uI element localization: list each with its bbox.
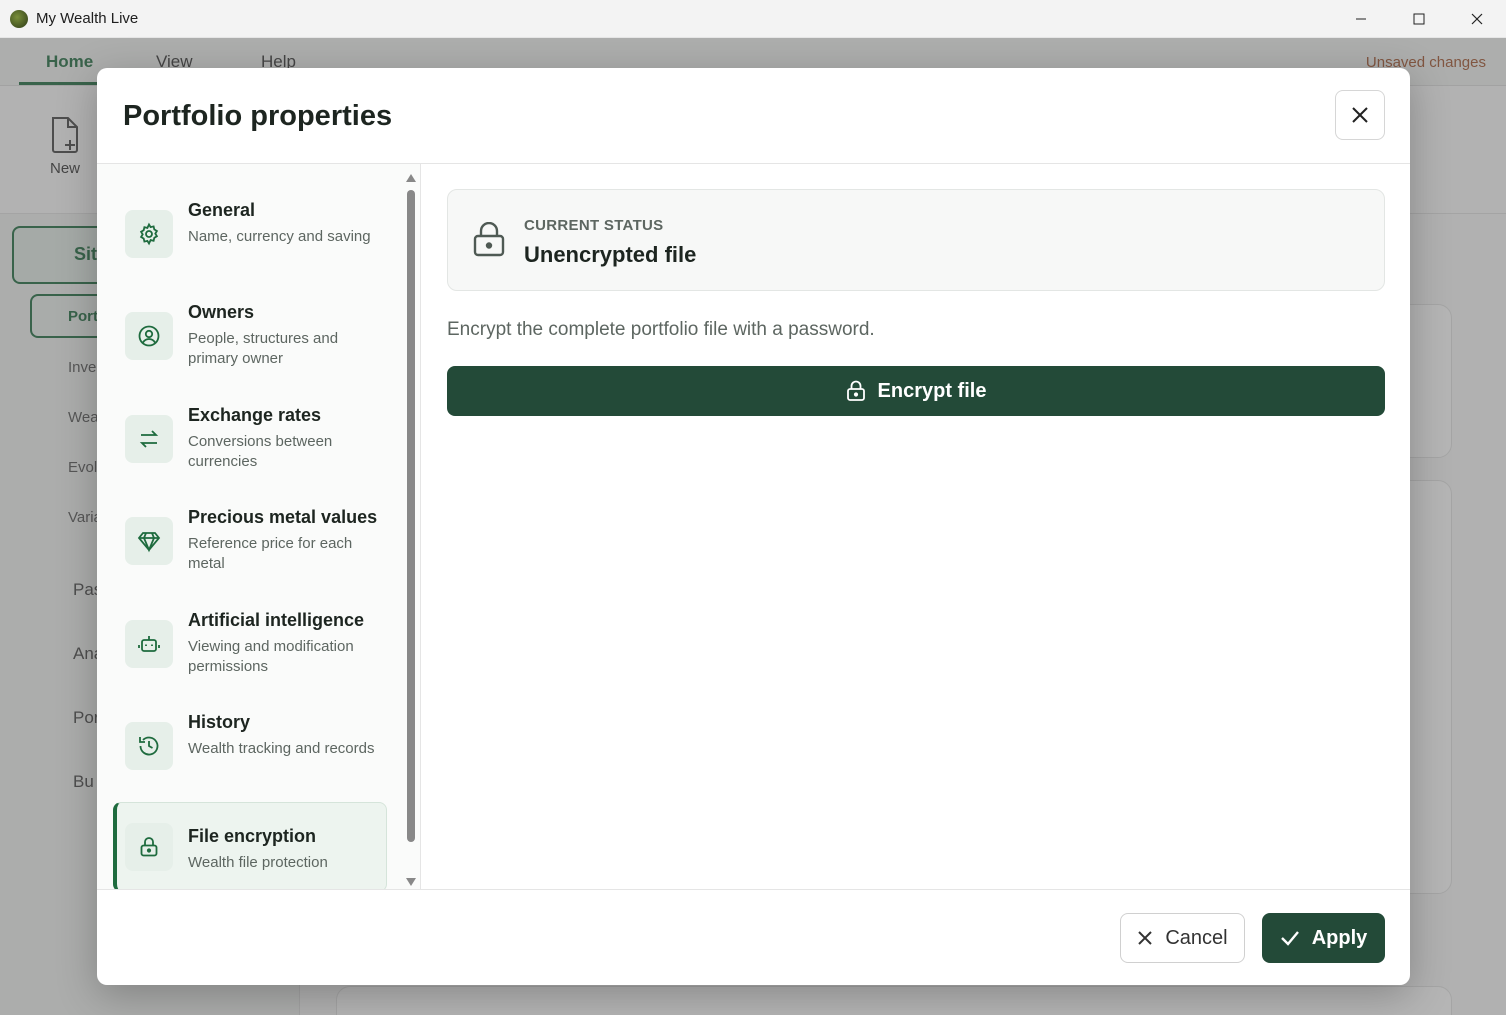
exchange-arrows-icon [125,415,173,463]
scroll-up-arrow-icon[interactable] [406,174,416,182]
nav-item-general[interactable]: General Name, currency and saving [113,200,387,288]
scroll-down-arrow-icon[interactable] [406,878,416,886]
minimize-icon [1356,18,1366,20]
apply-button-label: Apply [1311,926,1368,949]
apply-button[interactable]: Apply [1262,913,1385,963]
user-circle-icon [125,312,173,360]
close-icon [1471,13,1483,25]
status-label: CURRENT STATUS [524,217,664,234]
nav-item-desc: People, structures and primary owner [188,330,339,367]
close-window-button[interactable] [1448,0,1506,38]
nav-item-history[interactable]: History Wealth tracking and records [113,712,387,800]
nav-item-precious-metals[interactable]: Precious metal values Reference price fo… [113,507,387,595]
nav-item-owners[interactable]: Owners People, structures and primary ow… [113,302,387,390]
robot-icon [125,620,173,668]
lock-icon [125,823,173,871]
diamond-icon [125,517,173,565]
window-titlebar: My Wealth Live [0,0,1506,38]
gear-icon [125,210,173,258]
dialog-close-button[interactable] [1335,90,1385,140]
portfolio-properties-dialog: Portfolio properties General Name, curre… [97,68,1410,985]
nav-item-title: Owners [188,302,255,322]
dialog-title: Portfolio properties [123,100,393,132]
nav-item-file-encryption[interactable]: File encryption Wealth file protection [113,802,387,889]
maximize-icon [1413,13,1425,25]
nav-item-desc: Name, currency and saving [188,228,371,245]
close-icon [1138,931,1153,945]
footer-divider [97,889,1410,890]
nav-item-title: History [188,712,251,732]
nav-item-exchange-rates[interactable]: Exchange rates Conversions between curre… [113,405,387,493]
properties-nav: General Name, currency and saving Owners… [97,164,421,889]
close-icon [1352,107,1368,123]
nav-item-desc: Conversions between currencies [188,433,333,470]
nav-scrollbar[interactable] [403,168,419,893]
window-controls [1332,0,1506,38]
history-icon [125,722,173,770]
nav-item-desc: Reference price for each metal [188,535,353,572]
nav-item-desc: Wealth file protection [188,854,328,871]
maximize-button[interactable] [1390,0,1448,38]
minimize-button[interactable] [1332,0,1390,38]
nav-item-desc: Viewing and modification permissions [188,638,354,675]
nav-item-title: General [188,200,256,220]
current-status-card: CURRENT STATUS Unencrypted file [447,189,1385,291]
nav-item-title: Precious metal values [188,507,378,527]
window-title: My Wealth Live [36,10,139,27]
cancel-button[interactable]: Cancel [1120,913,1245,963]
encrypt-file-button[interactable]: Encrypt file [447,366,1385,416]
encrypt-file-button-label: Encrypt file [877,379,987,402]
nav-item-title: Artificial intelligence [188,610,365,630]
cancel-button-label: Cancel [1165,926,1228,949]
nav-item-artificial-intelligence[interactable]: Artificial intelligence Viewing and modi… [113,610,387,698]
nav-item-title: Exchange rates [188,405,322,425]
check-icon [1280,931,1299,946]
scroll-thumb[interactable] [407,190,415,842]
encrypt-description: Encrypt the complete portfolio file with… [447,319,875,340]
lock-icon [846,380,865,401]
status-value: Unencrypted file [524,242,697,267]
nav-item-title: File encryption [188,826,317,846]
app-logo [10,9,28,28]
nav-item-desc: Wealth tracking and records [188,740,375,757]
lock-icon [473,222,505,257]
